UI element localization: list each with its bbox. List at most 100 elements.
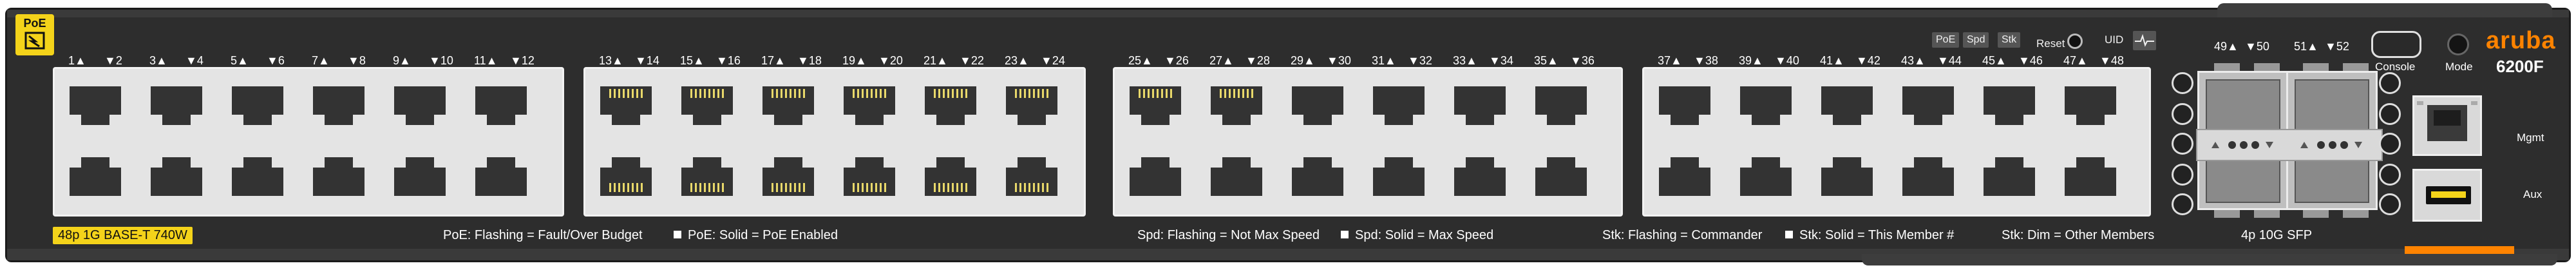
rj45-port-14[interactable] xyxy=(592,149,659,205)
port-number-label: 39▲ xyxy=(1739,54,1763,67)
poe-mode-button[interactable]: PoE xyxy=(1932,32,1960,48)
rj45-port-29[interactable] xyxy=(1284,77,1351,133)
rj45-port-18[interactable] xyxy=(755,149,822,205)
rj45-port-icon xyxy=(224,149,291,205)
rj45-port-48[interactable] xyxy=(2057,149,2124,205)
rj45-port-43[interactable] xyxy=(1895,77,1962,133)
rj45-port-2[interactable] xyxy=(62,149,129,205)
rj45-port-17[interactable] xyxy=(755,77,822,133)
spd-mode-button[interactable]: Spd xyxy=(1963,32,1989,48)
rj45-port-25[interactable] xyxy=(1122,77,1189,133)
rj45-port-1[interactable] xyxy=(62,77,129,133)
rj45-port-21[interactable] xyxy=(917,77,984,133)
rj45-port-icon xyxy=(62,77,129,133)
rj45-port-27[interactable] xyxy=(1203,77,1270,133)
port-number-label: ▼4 xyxy=(185,54,204,67)
rj45-port-38[interactable] xyxy=(1651,149,1718,205)
rj45-port-icon xyxy=(1365,77,1432,133)
rj45-port-28[interactable] xyxy=(1203,149,1270,205)
mgmt-label: Mgmt xyxy=(2517,131,2544,144)
rj45-port-6[interactable] xyxy=(224,149,291,205)
port-number-label: 13▲ xyxy=(599,54,623,67)
rj45-port-32[interactable] xyxy=(1365,149,1432,205)
rj45-port-icon xyxy=(305,77,372,133)
rj45-port-42[interactable] xyxy=(1814,149,1880,205)
rj45-port-16[interactable] xyxy=(674,149,741,205)
rj45-port-35[interactable] xyxy=(1528,77,1595,133)
legend-square-icon xyxy=(1341,231,1349,238)
reset-pinhole-icon[interactable] xyxy=(2067,34,2083,49)
rj45-port-33[interactable] xyxy=(1446,77,1513,133)
rj45-port-44[interactable] xyxy=(1895,149,1962,205)
rj45-port-11[interactable] xyxy=(468,77,535,133)
rj45-port-icon xyxy=(2057,77,2124,133)
sfp-clip xyxy=(2214,63,2240,71)
port-number-label: ▼22 xyxy=(960,54,984,67)
rj45-port-3[interactable] xyxy=(143,77,210,133)
poe-logo-icon: PoE xyxy=(15,14,54,55)
rj45-port-20[interactable] xyxy=(836,149,903,205)
rj45-port-31[interactable] xyxy=(1365,77,1432,133)
rj45-port-7[interactable] xyxy=(305,77,372,133)
port-number-label: 1▲ xyxy=(68,54,86,67)
port-number-label: ▼38 xyxy=(1694,54,1718,67)
rj45-port-icon xyxy=(62,149,129,205)
mgmt-port[interactable] xyxy=(2412,95,2482,156)
rj45-port-icon xyxy=(1814,149,1880,205)
rj45-port-26[interactable] xyxy=(1122,149,1189,205)
rj45-port-24[interactable] xyxy=(998,149,1065,205)
rj45-port-icon xyxy=(674,77,741,133)
rj45-port-30[interactable] xyxy=(1284,149,1351,205)
rj45-port-icon xyxy=(1528,77,1595,133)
rj45-port-10[interactable] xyxy=(386,149,453,205)
rj45-port-23[interactable] xyxy=(998,77,1065,133)
rj45-port-icon xyxy=(1365,149,1432,205)
port-number-label: ▼18 xyxy=(797,54,822,67)
sfp-port-51[interactable] xyxy=(2295,79,2369,133)
rj45-port-9[interactable] xyxy=(386,77,453,133)
port-number-label: 35▲ xyxy=(1534,54,1558,67)
uid-pulse-icon[interactable] xyxy=(2133,31,2156,50)
sfp-port-49[interactable] xyxy=(2206,79,2280,133)
rj45-port-46[interactable] xyxy=(1976,149,2043,205)
rj45-port-40[interactable] xyxy=(1732,149,1799,205)
rj45-port-45[interactable] xyxy=(1976,77,2043,133)
port-number-label: 45▲ xyxy=(1982,54,2007,67)
rj45-port-8[interactable] xyxy=(305,149,372,205)
sfp-number-52: ▼52 xyxy=(2325,40,2349,53)
rj45-port-5[interactable] xyxy=(224,77,291,133)
port-number-label: ▼42 xyxy=(1856,54,1880,67)
rj45-port-34[interactable] xyxy=(1446,149,1513,205)
console-port[interactable] xyxy=(2371,31,2421,58)
rj45-port-39[interactable] xyxy=(1732,77,1799,133)
rj45-port-19[interactable] xyxy=(836,77,903,133)
port-number-label: ▼26 xyxy=(1164,54,1189,67)
rj45-port-13[interactable] xyxy=(592,77,659,133)
rj45-port-icon xyxy=(1284,149,1351,205)
status-led xyxy=(2172,103,2193,125)
rj45-port-icon xyxy=(2057,149,2124,205)
port-number-label: 37▲ xyxy=(1658,54,1682,67)
rj45-port-41[interactable] xyxy=(1814,77,1880,133)
legend-square-icon xyxy=(1785,231,1793,238)
mode-label: Mode xyxy=(2445,61,2473,73)
aux-usb-port[interactable] xyxy=(2412,169,2482,222)
rj45-port-icon xyxy=(836,149,903,205)
stk-mode-button[interactable]: Stk xyxy=(1998,32,2021,48)
rj45-port-36[interactable] xyxy=(1528,149,1595,205)
rj45-port-12[interactable] xyxy=(468,149,535,205)
rj45-port-icon xyxy=(386,77,453,133)
mode-button[interactable] xyxy=(2447,34,2469,55)
console-label: Console xyxy=(2375,61,2416,73)
port-number-label: 15▲ xyxy=(680,54,705,67)
status-led xyxy=(2172,193,2193,215)
top-rail xyxy=(7,10,2569,17)
rj45-port-15[interactable] xyxy=(674,77,741,133)
rj45-port-47[interactable] xyxy=(2057,77,2124,133)
port-number-label: ▼8 xyxy=(348,54,366,67)
rj45-port-37[interactable] xyxy=(1651,77,1718,133)
rj45-port-4[interactable] xyxy=(143,149,210,205)
rj45-port-icon xyxy=(1446,77,1513,133)
rj45-port-22[interactable] xyxy=(917,149,984,205)
sfp-number-50: ▼50 xyxy=(2245,40,2269,53)
